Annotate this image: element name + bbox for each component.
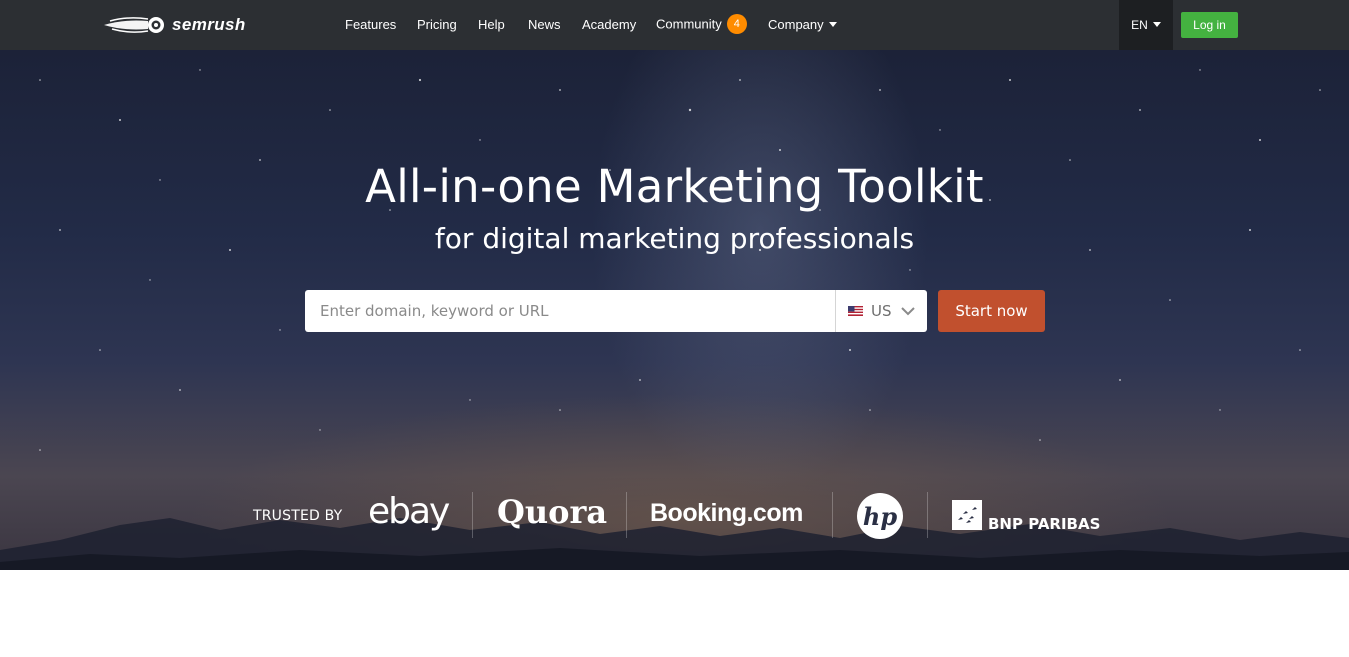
semrush-logo[interactable]: semrush [104, 14, 246, 36]
bnp-stars-icon [952, 500, 982, 530]
hero-subtitle: for digital marketing professionals [434, 222, 915, 255]
top-navigation-bar: semrush Features Pricing Help News Acade… [0, 0, 1349, 50]
nav-news[interactable]: News [528, 17, 561, 32]
nav-company-label: Company [768, 17, 824, 32]
search-input[interactable] [305, 290, 835, 332]
hero-title: All-in-one Marketing Toolkit [365, 160, 984, 213]
nav-pricing[interactable]: Pricing [417, 17, 457, 32]
nav-help[interactable]: Help [478, 17, 505, 32]
nav-community-label: Community [656, 16, 722, 32]
brand-divider [472, 492, 473, 538]
search-box: US [305, 290, 927, 332]
brand-divider [626, 492, 627, 538]
ebay-logo: ebay [368, 491, 450, 532]
chevron-down-icon [900, 306, 915, 315]
brand-divider [832, 492, 833, 538]
hp-logo: hp [857, 493, 903, 539]
caret-down-icon [828, 22, 837, 28]
database-label: US [871, 302, 892, 320]
start-now-button[interactable]: Start now [938, 290, 1045, 332]
bnp-paribas-logo: BNP PARIBAS [988, 515, 1101, 533]
language-label: EN [1131, 18, 1148, 32]
nav-company[interactable]: Company [768, 17, 837, 32]
logo-wordmark: semrush [172, 15, 246, 34]
nav-community[interactable]: Community 4 [656, 14, 747, 35]
brand-divider [927, 492, 928, 538]
nav-academy[interactable]: Academy [582, 17, 636, 32]
hero-section: All-in-one Marketing Toolkit for digital… [0, 50, 1349, 570]
language-selector[interactable]: EN [1119, 0, 1173, 50]
database-select[interactable]: US [835, 290, 927, 332]
trusted-by-label: TRUSTED BY [253, 508, 343, 524]
fireball-icon [104, 17, 164, 33]
login-button[interactable]: Log in [1181, 12, 1238, 38]
community-count-badge: 4 [726, 14, 747, 34]
booking-logo: Booking.com [650, 499, 803, 527]
us-flag-icon [848, 306, 863, 316]
quora-logo: Quora [497, 493, 608, 531]
caret-down-icon [1152, 21, 1161, 27]
nav-features[interactable]: Features [345, 17, 396, 32]
hp-logo-text: hp [862, 502, 898, 531]
